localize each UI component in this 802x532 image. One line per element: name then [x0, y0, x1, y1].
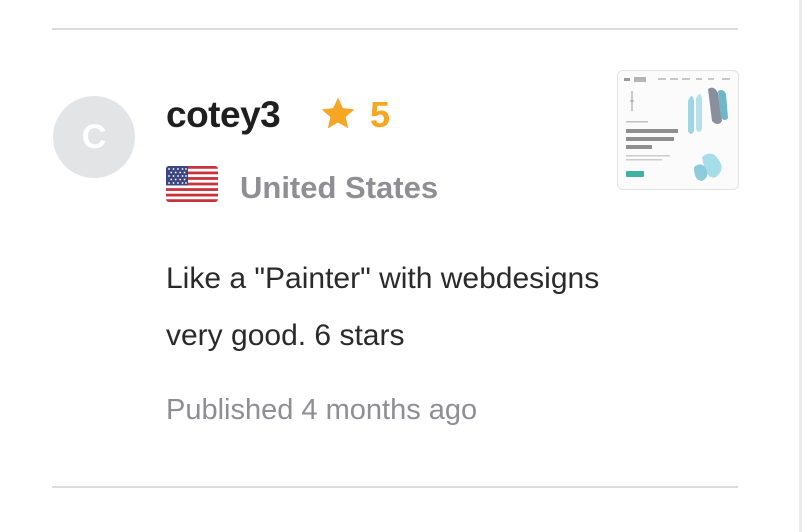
published-date: Published 4 months ago — [166, 394, 478, 426]
star-icon — [321, 97, 355, 129]
avatar: C — [53, 96, 135, 178]
attachment-thumbnail[interactable] — [617, 70, 739, 190]
reviewer-name[interactable]: cotey3 — [166, 93, 281, 137]
divider-bottom — [52, 486, 738, 488]
review-text-line-2: very good. 6 stars — [166, 319, 405, 352]
country-name: United States — [240, 170, 439, 205]
divider-top — [52, 28, 738, 30]
review-page: C cotey3 5 United States Like a "Painter… — [0, 0, 802, 532]
rating-value: 5 — [370, 94, 391, 135]
website-screenshot-thumbnail — [618, 71, 738, 189]
review-text-line-1: Like a "Painter" with webdesigns — [166, 262, 600, 295]
us-flag-icon — [166, 166, 218, 202]
review-text: Like a "Painter" with webdesigns very go… — [166, 250, 726, 364]
avatar-initial: C — [81, 117, 107, 156]
